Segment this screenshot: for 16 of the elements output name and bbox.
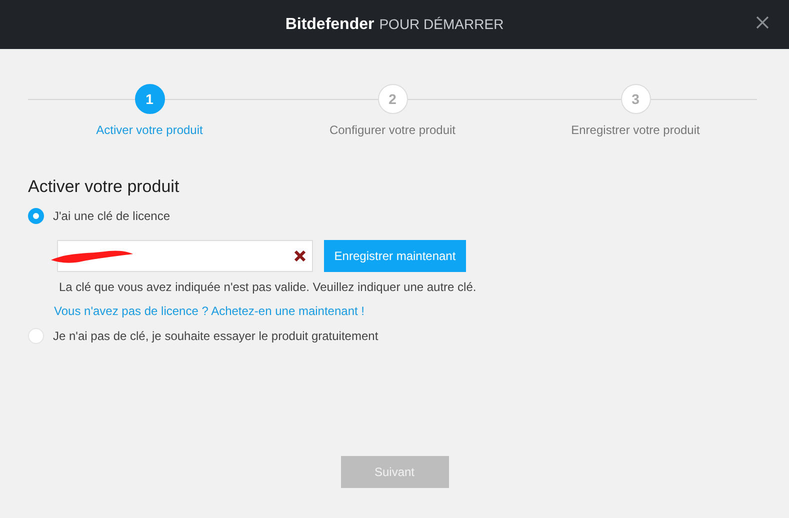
error-message: La clé que vous avez indiquée n'est pas valide. Veuillez indiquer une autre clé. (59, 280, 478, 294)
brand-logo-text: Bitdefender (285, 16, 374, 34)
step-indicator: 2 (378, 84, 408, 114)
buy-license-link[interactable]: Vous n'avez pas de licence ? Achetez-en une maintenant ! (54, 304, 761, 318)
register-button[interactable]: Enregistrer maintenant (324, 240, 466, 272)
close-icon[interactable] (756, 16, 769, 29)
radio-button[interactable] (28, 208, 44, 224)
section-heading: Activer votre produit (28, 177, 180, 197)
window-title: POUR DÉMARRER (379, 16, 504, 32)
step-label: Activer votre produit (96, 123, 203, 137)
step-label: Enregistrer votre produit (571, 123, 700, 137)
step-indicator: 3 (620, 84, 650, 114)
step-indicator: 1 (134, 84, 164, 114)
radio-option[interactable]: Je n'ai pas de clé, je souhaite essayer le produit gratuitement (28, 326, 761, 346)
step-label: Configurer votre produit (329, 123, 456, 137)
radio-option[interactable]: J'ai une clé de licence (28, 206, 761, 226)
